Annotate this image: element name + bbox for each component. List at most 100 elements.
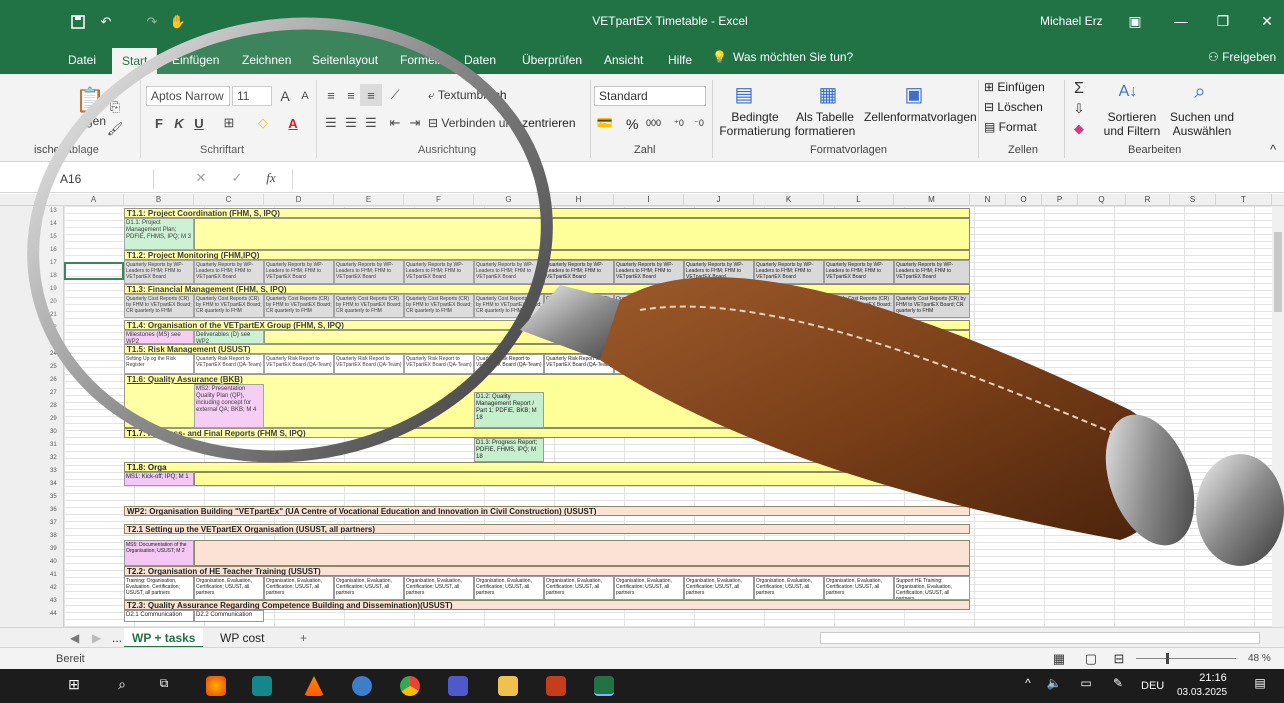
tab-start[interactable]: Start (112, 48, 158, 74)
fill-color-icon[interactable]: ◇ (252, 112, 274, 134)
zoom-slider-thumb[interactable] (1166, 653, 1169, 664)
percent-style-button[interactable]: % (626, 116, 638, 132)
search-icon[interactable]: ⌕ (112, 676, 132, 696)
increase-indent-icon[interactable]: ⇥ (404, 112, 426, 134)
orientation-icon[interactable]: ⟋ (384, 84, 406, 106)
report-cell[interactable]: Quarterly Reports by WP-Leaders to FHM; … (614, 260, 684, 284)
column-header[interactable]: N (970, 194, 1006, 206)
share-button[interactable]: ⚇ Freigeben (1208, 50, 1276, 64)
touch-mode-icon[interactable]: ✋ (166, 0, 190, 44)
column-header[interactable]: B (124, 194, 194, 206)
cost-report-cell[interactable]: Quarterly Cost Reports (CR) by FHM to VE… (194, 294, 264, 318)
column-header[interactable]: P (1042, 194, 1078, 206)
decrease-font-icon[interactable]: A (294, 85, 316, 107)
column-header[interactable]: Q (1078, 194, 1126, 206)
cost-report-cell[interactable]: Quarterly Cost Reports (CR) by FHM to VE… (404, 294, 474, 318)
workpackage-header-wp2[interactable]: WP2: Organisation Building "VETpartEx" (… (124, 506, 970, 516)
row-header[interactable]: 22 (50, 325, 57, 331)
row-header[interactable]: 20 (50, 299, 57, 305)
cost-report-cell[interactable]: Quarterly Cost Reports (CR) by FHM to VE… (124, 294, 194, 318)
collapse-ribbon-icon[interactable]: ^ (1262, 138, 1284, 160)
add-sheet-button[interactable]: + (292, 628, 315, 648)
report-cell[interactable]: Quarterly Reports by WP-Leaders to FHM; … (334, 260, 404, 284)
risk-cell[interactable]: Quarterly Risk Report to VETpartEX Board… (544, 354, 614, 374)
autosum-icon[interactable]: Σ (1068, 78, 1090, 100)
find-select-button[interactable]: Suchen und Auswählen (1166, 110, 1238, 138)
tab-help[interactable]: Hilfe (666, 50, 694, 70)
align-left-icon[interactable]: ☰ (320, 112, 342, 134)
row-header[interactable]: 13 (50, 208, 57, 214)
format-as-table-button[interactable]: Als Tabelle formatieren (788, 110, 862, 138)
milestone-cell[interactable]: MS5: Documentation of the Organisation; … (124, 540, 194, 566)
column-header[interactable]: J (684, 194, 754, 206)
copy-icon[interactable]: ⎘ (104, 96, 126, 118)
row-header[interactable]: 33 (50, 468, 57, 474)
training-cell[interactable]: Organisation, Evaluation, Certification;… (824, 576, 894, 600)
report-cell[interactable]: Quarterly Reports by WP-Leaders to FHM; … (404, 260, 474, 284)
horizontal-scrollbar[interactable] (820, 632, 1260, 644)
report-cell[interactable]: Quarterly Reports by WP-Leaders to FHM; … (474, 260, 544, 284)
row-header[interactable]: 26 (50, 377, 57, 383)
save-icon[interactable] (66, 0, 90, 44)
vertical-scrollbar[interactable] (1272, 206, 1284, 627)
file-explorer-icon[interactable] (498, 676, 518, 696)
column-header[interactable]: F (404, 194, 474, 206)
risk-cell[interactable]: Quarterly Risk Report to VETpartEX Board… (264, 354, 334, 374)
battery-icon[interactable]: ▭ (1076, 676, 1096, 696)
format-as-table-icon[interactable]: ▦ (814, 80, 842, 108)
decrease-indent-icon[interactable]: ⇤ (384, 112, 406, 134)
column-header[interactable]: I (614, 194, 684, 206)
risk-cell[interactable]: Quarterly Risk Report to VETpartEX Board… (474, 354, 544, 374)
decrease-decimal-icon[interactable]: ⁻0 (688, 112, 710, 134)
cell-styles-icon[interactable]: ▣ (900, 80, 928, 108)
merge-center-button[interactable]: ⊟ Verbinden und zentrieren (428, 116, 576, 130)
page-layout-view-icon[interactable]: ▢ (1080, 648, 1102, 670)
tab-view[interactable]: Ansicht (602, 50, 645, 70)
cost-report-cell[interactable]: Quarterly Cost Reports (CR) by FHM to VE… (894, 294, 970, 318)
task-header-t22[interactable]: T2.2: Organisation of HE Teacher Trainin… (124, 566, 970, 576)
task-view-icon[interactable]: ⧉ (154, 676, 174, 696)
app-icon[interactable] (352, 676, 372, 696)
report-cell[interactable]: Quarterly Reports by WP-Leaders to FHM; … (544, 260, 614, 284)
sort-filter-icon[interactable]: A↓ (1114, 78, 1142, 106)
excel-icon[interactable] (594, 676, 614, 696)
report-cell[interactable]: Quarterly Reports by WP-Leaders to FHM; … (124, 260, 194, 284)
vertical-scroll-thumb[interactable] (1274, 232, 1282, 312)
row-header[interactable]: 28 (50, 403, 57, 409)
cost-report-cell[interactable]: Quarterly Cost Reports (CR) by FHM to VE… (264, 294, 334, 318)
increase-font-icon[interactable]: A (274, 85, 296, 107)
risk-cell[interactable]: Quarterly Risk Report to VETpartEX Board… (194, 354, 264, 374)
column-header[interactable]: G (474, 194, 544, 206)
task-header-t21[interactable]: T2.1 Setting up the VETpartEX Organisati… (124, 524, 970, 534)
task-header-t11[interactable]: T1.1: Project Coordination (FHM, S, IPQ) (124, 208, 970, 218)
borders-icon[interactable]: ⊞ (218, 112, 240, 134)
number-format-dropdown[interactable]: Standard (594, 86, 706, 106)
training-cell[interactable]: Training: Organisation, Evaluation, Cert… (124, 576, 194, 600)
active-cell-a16[interactable] (64, 262, 124, 280)
row-header[interactable]: 36 (50, 507, 57, 513)
font-size-dropdown[interactable]: 11 (232, 86, 272, 106)
row-header[interactable]: 30 (50, 429, 57, 435)
milestone-cell[interactable]: Milestones (MS) see WP2 (124, 330, 194, 344)
report-cell[interactable]: Quarterly Reports by WP-Leaders to FHM; … (824, 260, 894, 284)
align-middle-icon[interactable]: ≡ (340, 84, 362, 106)
name-box[interactable]: A16 (56, 169, 154, 189)
confirm-entry-icon[interactable]: ✓ (226, 167, 248, 189)
row-header[interactable]: 39 (50, 546, 57, 552)
task-header-t17[interactable]: T1.7: Progress- and Final Reports (FHM S… (124, 428, 970, 438)
clock-time[interactable]: 21:16 (1188, 672, 1238, 684)
pen-icon[interactable]: ✎ (1108, 676, 1128, 696)
training-cell[interactable]: Organisation, Evaluation, Certification;… (334, 576, 404, 600)
chrome-icon[interactable] (400, 676, 420, 696)
column-header[interactable]: O (1006, 194, 1042, 206)
clock-date[interactable]: 03.03.2025 (1172, 687, 1232, 698)
report-cell[interactable]: Quarterly Reports by WP-Leaders to FHM; … (754, 260, 824, 284)
undo-icon[interactable]: ↶ (94, 0, 118, 44)
report-cell[interactable]: Quarterly Reports by WP-Leaders to FHM; … (894, 260, 970, 284)
row-header[interactable]: 35 (50, 494, 57, 500)
bold-icon[interactable]: F (148, 112, 170, 134)
column-header[interactable]: H (544, 194, 614, 206)
clear-icon[interactable]: ◆ (1068, 118, 1090, 140)
training-cell[interactable]: Organisation, Evaluation, Certification;… (474, 576, 544, 600)
tab-file[interactable]: Datei (66, 50, 98, 70)
